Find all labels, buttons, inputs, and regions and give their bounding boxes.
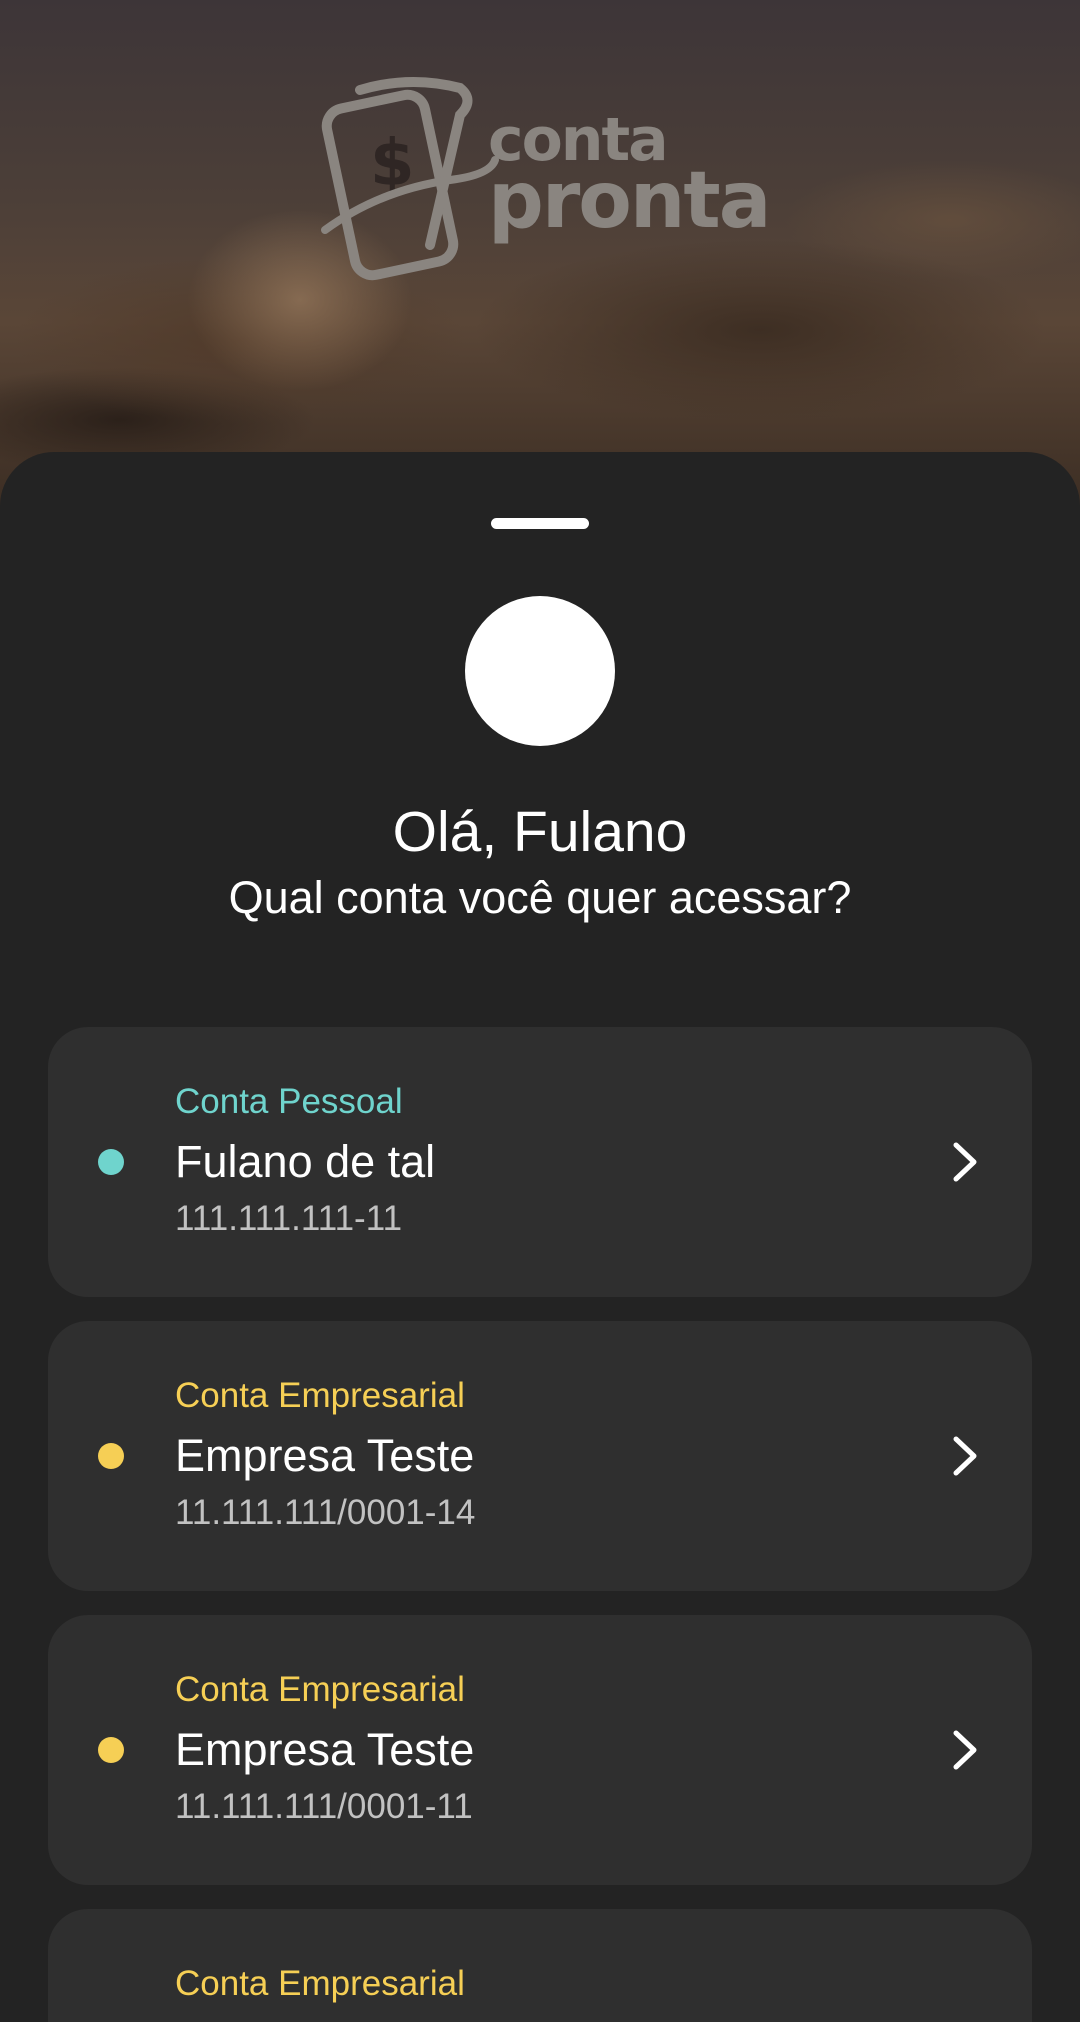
chevron-right-icon <box>953 1436 977 1476</box>
conta-pronta-logo: $ conta pronta <box>320 70 771 290</box>
chevron-right-icon <box>953 1142 977 1182</box>
account-document: 111.111.111-11 <box>175 1199 403 1238</box>
status-dot-icon <box>98 1443 124 1469</box>
drag-handle-icon[interactable] <box>491 518 589 529</box>
status-dot-icon <box>98 1149 124 1175</box>
account-document: 11.111.111/0001-11 <box>175 1787 473 1826</box>
status-dot-icon <box>98 1737 124 1763</box>
account-type: Conta Empresarial <box>175 1964 465 2003</box>
account-card-business[interactable]: Conta Empresarial <box>48 1909 1032 2022</box>
account-card-personal[interactable]: Conta Pessoal Fulano de tal 111.111.111-… <box>48 1027 1032 1297</box>
account-name: Empresa Teste <box>175 1430 475 1481</box>
account-card-business[interactable]: Conta Empresarial Empresa Teste 11.111.1… <box>48 1321 1032 1591</box>
account-type: Conta Empresarial <box>175 1670 465 1709</box>
greeting-title: Olá, Fulano <box>392 800 688 864</box>
chevron-right-icon <box>953 1730 977 1770</box>
account-card-business[interactable]: Conta Empresarial Empresa Teste 11.111.1… <box>48 1615 1032 1885</box>
account-type: Conta Empresarial <box>175 1376 465 1415</box>
header-background: $ conta pronta <box>0 0 1080 520</box>
logo-text-pronta: pronta <box>488 156 771 246</box>
avatar <box>465 596 615 746</box>
account-type: Conta Pessoal <box>175 1082 403 1121</box>
account-question: Qual conta você quer acessar? <box>228 872 852 923</box>
account-name: Fulano de tal <box>175 1136 436 1187</box>
account-document: 11.111.111/0001-14 <box>175 1493 476 1532</box>
phone-money-icon: $ <box>321 76 499 281</box>
account-name: Empresa Teste <box>175 1724 475 1775</box>
